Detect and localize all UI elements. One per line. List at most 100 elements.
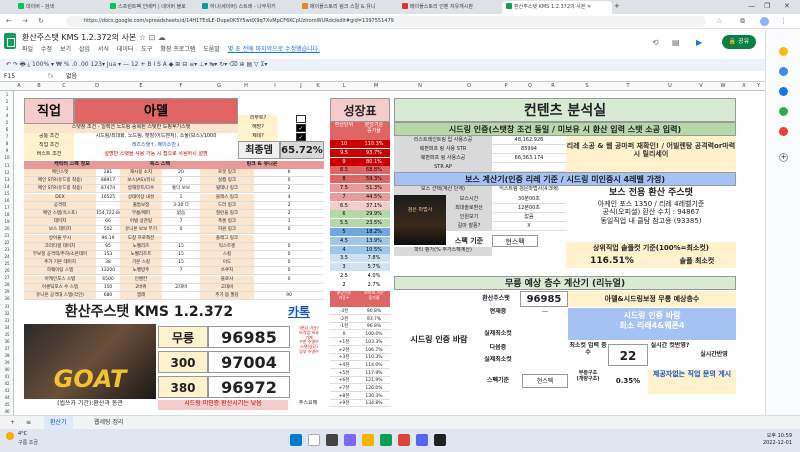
tab-calculator[interactable]: 환산기 [44,416,73,430]
spec-dropdown[interactable]: 현스펙 [492,235,538,247]
row-header[interactable]: 23 [0,246,14,253]
boss-value[interactable]: X [492,222,566,231]
genesis-checkbox[interactable]: ✓ [296,133,306,141]
row-header[interactable]: 28 [0,281,14,288]
row-header[interactable]: 6 [0,126,14,133]
task-view-icon[interactable] [326,434,338,446]
stat-cell[interactable]: 88917 [96,177,120,186]
tasks-icon[interactable] [779,87,788,96]
row-header[interactable]: 11 [0,162,14,169]
meet-icon[interactable]: ▶ [696,38,702,47]
row-header[interactable]: 14 [0,183,14,190]
browser-tab[interactable]: 메이플스토리 링크 스킬 & 유니 [298,1,398,14]
row-header[interactable]: 45 [0,401,14,408]
min-hit-input[interactable]: 22 [608,344,648,366]
stat-cell[interactable]: 통닥 보보 [162,185,200,194]
maximize-icon[interactable]: ❐ [764,2,770,10]
menu-help[interactable]: 도움말 [203,46,220,53]
stat-cell[interactable]: 6 [254,169,324,177]
row-header[interactable]: 42 [0,380,14,387]
suggest-link[interactable]: 제공자없는 직업 문의 게시 [648,370,736,394]
last-edit-link[interactable]: 몇 초 전에 마지막으로 수정했습니다. [228,46,320,53]
seed-value[interactable]: 48,162.926 [492,136,566,145]
row-header[interactable]: 16 [0,197,14,204]
calendar-icon[interactable] [779,47,788,56]
row-header[interactable]: 18 [0,211,14,218]
stat-cell[interactable]: 2 [254,210,324,218]
discord-icon[interactable] [416,434,428,446]
column-header[interactable]: H [238,82,254,91]
row-header[interactable]: 19 [0,218,14,225]
stat-cell[interactable]: 0 [254,251,324,259]
column-header[interactable]: B [24,82,54,91]
reboot-checkbox[interactable] [296,115,306,123]
row-header[interactable]: 26 [0,267,14,274]
stat-cell[interactable]: 6500 [96,275,120,284]
stat-cell[interactable]: 281 [96,169,120,177]
reload-icon[interactable]: ↻ [38,17,44,25]
row-header[interactable]: 15 [0,190,14,197]
stat-cell[interactable] [162,292,200,300]
document-title[interactable]: 환산주스탯 KMS 1.2.372의 사본 ☆ ⊡ ☁ [22,32,166,43]
add-sheet-button[interactable]: + [4,416,21,430]
minimize-icon[interactable]: — [748,2,755,10]
stat-cell[interactable] [254,283,324,292]
stat-cell[interactable]: 0 [254,259,324,268]
row-header[interactable]: 30 [0,295,14,302]
boss-value[interactable]: 12분00초 [492,204,566,213]
stat-cell[interactable]: 13200 [96,267,120,276]
menu-data[interactable]: 데이터 [117,46,134,53]
stat-cell[interactable]: 15 [162,242,200,251]
stat-cell[interactable]: 2 [254,185,324,194]
browser-tab[interactable]: 메이플스토리 인벤 자유게시판 [398,1,502,14]
row-header[interactable]: 20 [0,225,14,232]
stat-cell[interactable]: 87474 [96,185,120,194]
row-header[interactable]: 9 [0,147,14,154]
party-value[interactable] [492,247,566,256]
column-header[interactable]: F [162,82,200,91]
job-select[interactable]: 아델 [74,98,238,124]
new-tab-icon[interactable]: + [614,2,620,10]
column-header[interactable]: U [648,82,692,91]
row-header[interactable]: 41 [0,373,14,380]
browser-tab[interactable]: 하나(세이버) 스트레 - 나무위키 [198,1,298,14]
row-header[interactable]: 10 [0,154,14,161]
stat-cell[interactable]: 66 [96,218,120,227]
stat-cell[interactable]: 680 [96,292,120,300]
stat-cell[interactable]: 96.19 [96,234,120,243]
column-header[interactable]: G [200,82,238,91]
weather-temp[interactable]: 4°C [18,431,27,437]
stat-cell[interactable]: 0 [254,177,324,186]
stat-cell[interactable]: 0 [254,242,324,251]
row-header[interactable]: 44 [0,394,14,401]
row-header[interactable]: 31 [0,303,14,310]
explorer-icon[interactable] [362,434,374,446]
browser-tab-active[interactable]: 환산주스탯 KMS 1.2.372의 사본 ✕ [502,1,612,14]
stat-cell[interactable]: 90 [254,292,324,300]
stat-cell[interactable]: 15 [162,259,200,268]
clock-time[interactable]: 오후 10:59 [740,432,792,439]
menu-icon[interactable]: ⋮ [780,17,787,25]
row-header[interactable]: 33 [0,317,14,324]
column-header[interactable]: N [394,82,446,91]
close-icon[interactable]: ✕ [784,2,790,10]
stat-cell[interactable]: 38 [96,259,120,268]
stat-cell[interactable]: 154,722.846 [96,210,120,218]
star-icon[interactable]: ☆ [716,17,722,25]
column-header[interactable]: X [736,82,752,91]
add-addon-icon[interactable]: + [779,153,788,162]
row-header[interactable]: 29 [0,288,14,295]
menu-extensions[interactable]: 확장 프로그램 [160,46,195,53]
stat-cell[interactable]: 1 [254,218,324,227]
seed-value[interactable]: 66,363.174 [492,154,566,163]
stat-cell[interactable]: 7 [162,218,200,227]
seed-note-button[interactable]: 시드링 미인증 환산시기는 낮음 [158,400,288,410]
row-header[interactable]: 27 [0,274,14,281]
row-header[interactable]: 13 [0,176,14,183]
browser-tab[interactable]: 데이버 - 검색 [14,1,106,14]
seed-value[interactable] [492,163,566,172]
row-header[interactable]: 7 [0,133,14,140]
boss-select-dropdown[interactable]: 익스트림 검은마법사(4:3배) [492,186,566,195]
column-header[interactable]: K [306,82,330,91]
stat-cell[interactable]: 10525 [96,193,120,202]
